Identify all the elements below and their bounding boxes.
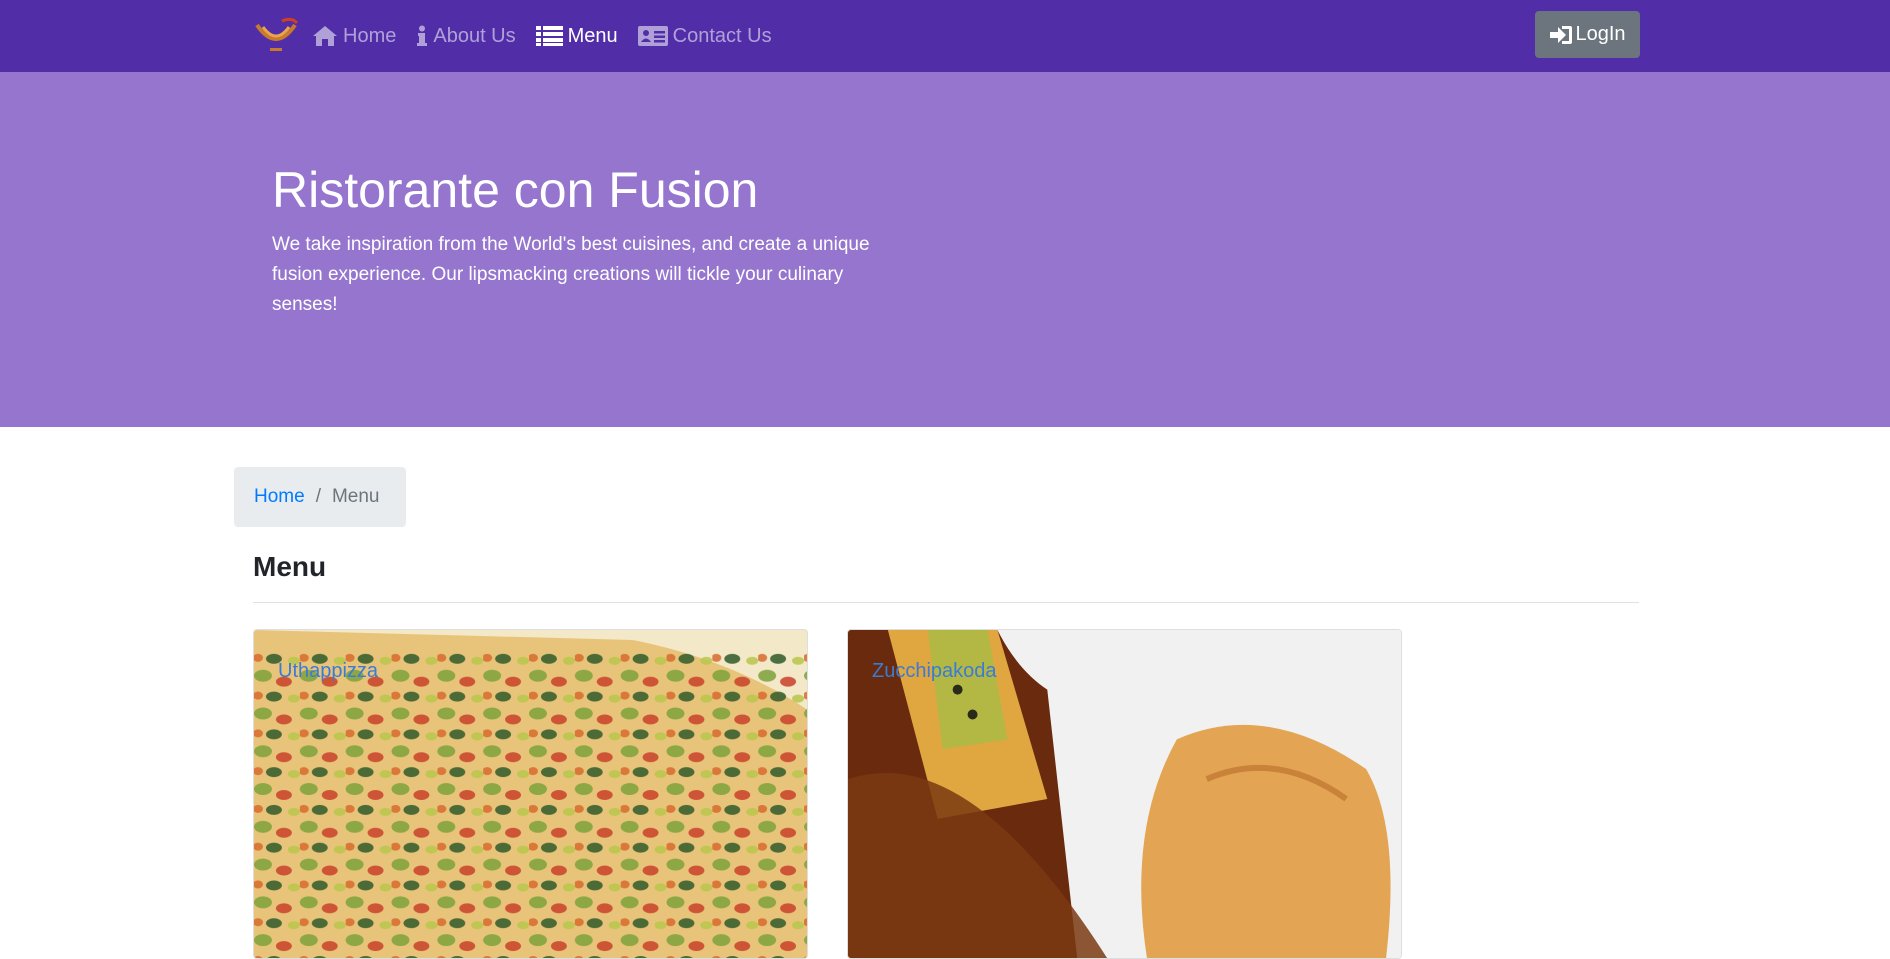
nav-about-us-label: About Us: [433, 24, 516, 47]
login-button[interactable]: LogIn: [1535, 11, 1640, 58]
hero-title: Ristorante con Fusion: [272, 162, 759, 218]
breadcrumb-separator: /: [315, 486, 321, 507]
nav-home[interactable]: Home: [312, 25, 396, 48]
info-icon: [417, 25, 428, 46]
sign-in-icon: [1550, 25, 1573, 44]
home-icon: [313, 26, 337, 46]
nav-contact-us[interactable]: Contact Us: [637, 24, 772, 48]
dish-title-uthappizza[interactable]: Uthappizza: [278, 660, 378, 683]
breadcrumb-home-link[interactable]: Home: [254, 486, 305, 508]
hero-description: We take inspiration from the World's bes…: [272, 234, 870, 315]
navbar: Home About Us Menu Contact Us LogIn: [0, 0, 1890, 72]
restaurant-logo[interactable]: [252, 15, 300, 57]
nav-contact-us-label: Contact Us: [672, 24, 772, 47]
dish-card-zucchipakoda[interactable]: Zucchipakoda: [847, 629, 1402, 959]
list-icon: [535, 26, 563, 46]
dish-title-zucchipakoda[interactable]: Zucchipakoda: [872, 660, 997, 683]
nav-about-us[interactable]: About Us: [416, 24, 516, 48]
breadcrumb-current: Menu: [331, 486, 380, 507]
nav-menu[interactable]: Menu: [535, 24, 618, 48]
login-label: LogIn: [1575, 23, 1626, 45]
nav-items: Home About Us Menu Contact Us: [252, 0, 792, 72]
nav-home-label: Home: [343, 24, 397, 47]
divider: [253, 602, 1639, 603]
hero-banner: Ristorante con Fusion We take inspiratio…: [0, 72, 1890, 427]
nav-menu-label: Menu: [567, 24, 618, 47]
page-title: Menu: [253, 551, 327, 582]
breadcrumb: Home / Menu: [234, 467, 406, 527]
dish-card-uthappizza[interactable]: Uthappizza: [253, 629, 808, 959]
address-card-icon: [637, 26, 668, 46]
